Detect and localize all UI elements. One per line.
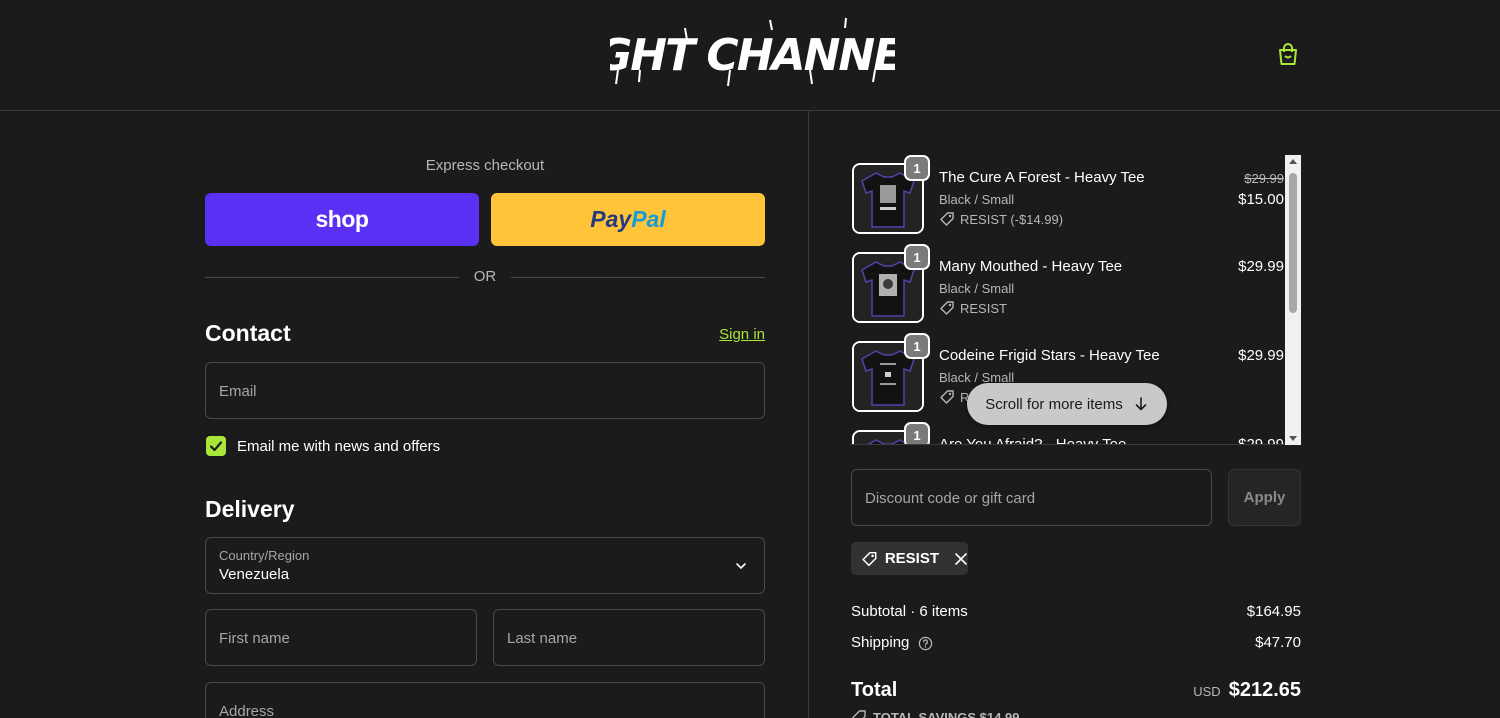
- quantity-badge: 1: [904, 422, 930, 444]
- total-value: $212.65: [1228, 679, 1301, 701]
- scroll-thumb[interactable]: [1289, 173, 1297, 313]
- applied-discount-chip: RESIST: [851, 542, 968, 575]
- subtotal-value: $164.95: [1246, 603, 1301, 620]
- shopping-bag-icon[interactable]: [1275, 41, 1301, 67]
- item-discount-text: RESIST: [960, 300, 1007, 316]
- subtotal-row: Subtotal · 6 items $164.95: [851, 603, 1301, 620]
- shop-pay-button[interactable]: shop: [205, 193, 479, 246]
- help-icon[interactable]: [918, 636, 933, 651]
- last-name-field[interactable]: Last name: [493, 609, 765, 666]
- cart-item: 1 Many Mouthed - Heavy Tee Black / Small…: [850, 244, 1285, 324]
- country-value: Venezuela: [219, 566, 290, 583]
- item-name: Codeine Frigid Stars - Heavy Tee: [939, 347, 1160, 364]
- email-placeholder: Email: [219, 383, 257, 400]
- newsletter-label: Email me with news and offers: [237, 438, 441, 455]
- brand-logo[interactable]: NIGHT CHANNELS: [547, 17, 959, 90]
- shipping-value: $47.70: [1255, 634, 1301, 651]
- delivery-title: Delivery: [205, 496, 295, 522]
- tag-icon: [852, 710, 866, 718]
- subtotal-label: Subtotal · 6 items: [851, 603, 968, 620]
- apply-button[interactable]: Apply: [1228, 469, 1301, 526]
- quantity-badge: 1: [904, 244, 930, 270]
- contact-title: Contact: [205, 320, 291, 346]
- item-original-price: $29.99: [1244, 171, 1284, 186]
- check-icon: [209, 441, 223, 452]
- country-select[interactable]: Country/Region Venezuela: [205, 537, 765, 594]
- cart-scrollbar[interactable]: [1285, 155, 1301, 445]
- tag-icon: [862, 551, 877, 566]
- arrow-down-icon: [1135, 397, 1147, 411]
- first-name-field[interactable]: First name: [205, 609, 477, 666]
- item-name: Many Mouthed - Heavy Tee: [939, 258, 1123, 275]
- discount-code-input[interactable]: Discount code or gift card: [851, 469, 1212, 526]
- item-discount: RESIST: [939, 300, 1007, 316]
- scroll-up-arrow-icon[interactable]: [1289, 159, 1297, 164]
- item-price: $29.99: [1238, 436, 1284, 445]
- item-price: $29.99: [1238, 347, 1284, 364]
- first-name-placeholder: First name: [219, 630, 290, 647]
- sign-in-link[interactable]: Sign in: [690, 326, 765, 343]
- total-savings: TOTAL SAVINGS $14.99: [851, 709, 1019, 718]
- item-price: $29.99: [1238, 258, 1284, 275]
- column-divider: [808, 111, 809, 718]
- quantity-badge: 1: [904, 155, 930, 181]
- country-label: Country/Region: [219, 548, 310, 563]
- address-field[interactable]: Address: [205, 682, 765, 718]
- tag-icon: [940, 301, 954, 315]
- item-discount-text: RESIST (-$14.99): [960, 211, 1064, 227]
- total-label: Total: [851, 679, 898, 701]
- item-name: The Cure A Forest - Heavy Tee: [939, 169, 1145, 186]
- scroll-hint-label: Scroll for more items: [985, 395, 1123, 413]
- item-name: Are You Afraid? - Heavy Tee: [939, 436, 1127, 445]
- item-variant: Black / Small: [939, 281, 1015, 296]
- shipping-label: Shipping: [851, 634, 910, 651]
- total-savings-text: TOTAL SAVINGS $14.99: [873, 709, 1020, 718]
- email-field[interactable]: Email: [205, 362, 765, 419]
- chevron-down-icon: [736, 563, 746, 570]
- tag-icon: [940, 212, 954, 226]
- cart-item: 1 Are You Afraid? - Heavy Tee $29.99: [850, 422, 1285, 445]
- shipping-row: Shipping $47.70: [851, 634, 1301, 651]
- paypal-label-pay: Pay: [590, 206, 632, 232]
- header: NIGHT CHANNELS: [0, 0, 1500, 111]
- item-variant: Black / Small: [939, 192, 1015, 207]
- brand-logo-text: NIGHT CHANNELS: [610, 30, 895, 81]
- remove-discount-icon[interactable]: [954, 552, 968, 566]
- total-currency: USD: [1193, 684, 1221, 699]
- item-discount: RESIST (-$14.99): [939, 211, 1063, 227]
- cart-item: 1 The Cure A Forest - Heavy Tee Black / …: [850, 155, 1285, 235]
- or-text: OR: [473, 268, 497, 285]
- express-checkout-label: Express checkout: [425, 157, 545, 174]
- paypal-label-pal: Pal: [631, 206, 666, 232]
- shop-pay-label: shop: [315, 206, 369, 232]
- discount-placeholder: Discount code or gift card: [865, 490, 1036, 507]
- last-name-placeholder: Last name: [507, 630, 578, 647]
- paypal-button[interactable]: Pay Pal: [491, 193, 765, 246]
- tag-icon: [940, 390, 954, 404]
- newsletter-checkbox[interactable]: [206, 436, 226, 456]
- scroll-for-more-button[interactable]: Scroll for more items: [967, 383, 1167, 425]
- address-placeholder: Address: [219, 703, 275, 718]
- quantity-badge: 1: [904, 333, 930, 359]
- item-price: $15.00: [1238, 191, 1284, 208]
- scroll-down-arrow-icon[interactable]: [1289, 436, 1297, 441]
- or-divider: OR: [205, 266, 765, 288]
- applied-discount-code: RESIST: [884, 550, 939, 567]
